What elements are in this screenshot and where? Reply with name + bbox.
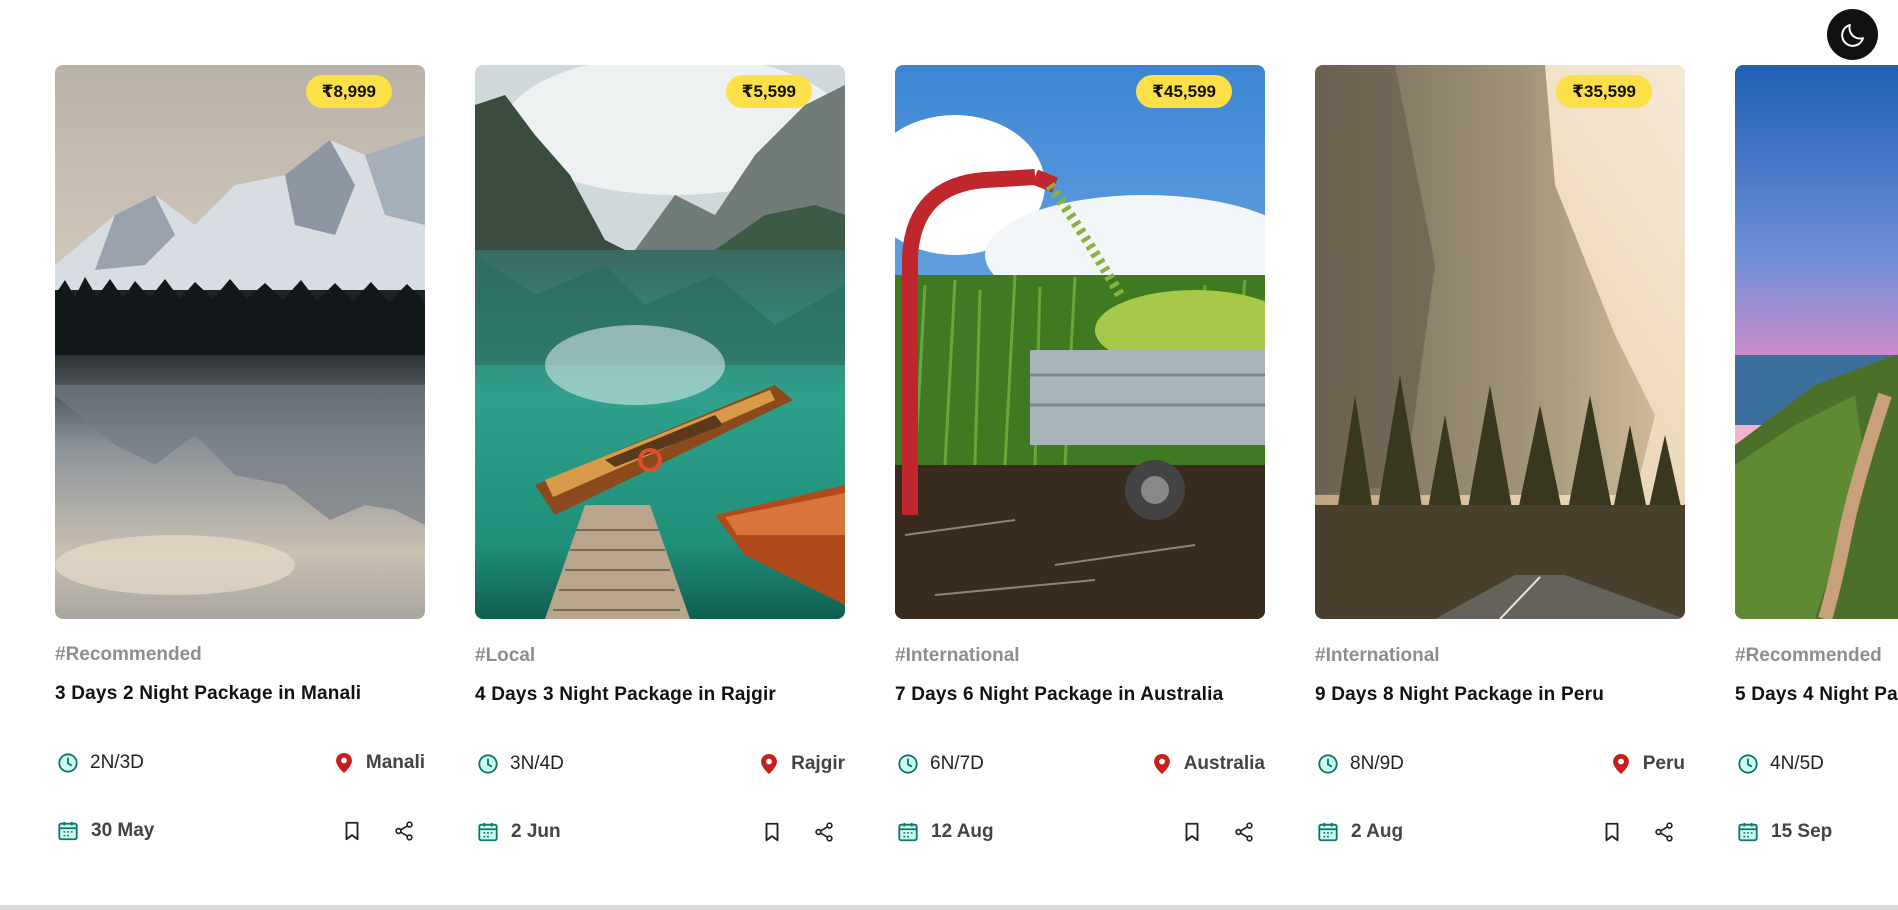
duration: 6N/7D (897, 753, 984, 775)
snowy-mountain-lake-image (55, 65, 425, 619)
package-tag[interactable]: #Local (475, 645, 535, 667)
date-text: 30 May (91, 820, 155, 841)
package-title[interactable]: 5 Days 4 Night Pa (1735, 684, 1898, 706)
calendar-icon (1738, 822, 1758, 842)
duration-text: 4N/5D (1770, 753, 1824, 774)
bookmark-icon[interactable] (1601, 821, 1623, 843)
package-tag[interactable]: #Recommended (1735, 645, 1882, 667)
lake-boat-image (475, 65, 845, 619)
bookmark-icon[interactable] (1181, 821, 1203, 843)
location-text: Manali (365, 752, 425, 773)
package-card[interactable]: #Recommended 5 Days 4 Night Pa 4N/5D 15 … (1735, 65, 1898, 842)
travel-date: 2 Jun (477, 821, 561, 843)
date-text: 15 Sep (1771, 821, 1833, 842)
package-card[interactable]: ₹45,599 #International 7 Days 6 Night Pa… (895, 65, 1265, 842)
package-title[interactable]: 7 Days 6 Night Package in Australia (895, 684, 1223, 706)
share-icon[interactable] (813, 821, 835, 843)
packages-carousel[interactable]: ₹8,999 #Recommended 3 Days 2 Night Packa… (0, 0, 1898, 905)
date-text: 2 Jun (511, 821, 561, 842)
price-badge: ₹45,599 (1136, 75, 1232, 108)
package-title[interactable]: 3 Days 2 Night Package in Manali (55, 683, 361, 705)
clock-icon (1738, 754, 1758, 774)
clock-icon (478, 754, 498, 774)
coastal-trail-image (1735, 65, 1898, 619)
price-badge: ₹35,599 (1556, 75, 1652, 108)
package-image[interactable]: ₹45,599 (895, 65, 1265, 619)
duration-text: 2N/3D (90, 752, 144, 773)
location: Peru (1611, 753, 1685, 775)
page-bottom-border (0, 905, 1898, 910)
location-text: Rajgir (791, 753, 845, 774)
granite-cliff-forest-image (1315, 65, 1685, 619)
location-pin-icon (1612, 754, 1629, 774)
travel-date: 30 May (57, 820, 154, 842)
harvester-field-image (895, 65, 1265, 619)
duration-text: 3N/4D (510, 753, 564, 774)
package-tag[interactable]: #International (895, 645, 1020, 667)
location-pin-icon (761, 754, 778, 774)
package-card[interactable]: ₹35,599 #International 9 Days 8 Night Pa… (1315, 65, 1685, 842)
duration-text: 6N/7D (930, 753, 984, 774)
duration: 4N/5D (1737, 753, 1824, 775)
calendar-icon (898, 822, 918, 842)
location: Rajgir (759, 753, 845, 775)
bookmark-icon[interactable] (341, 820, 363, 842)
package-image[interactable] (1735, 65, 1898, 619)
theme-toggle-button[interactable] (1827, 9, 1878, 60)
date-text: 2 Aug (1351, 821, 1404, 842)
moon-icon (1840, 23, 1864, 47)
price-badge: ₹5,599 (725, 75, 812, 108)
travel-date: 12 Aug (897, 821, 994, 843)
location-text: Australia (1183, 753, 1265, 774)
package-title[interactable]: 9 Days 8 Night Package in Peru (1315, 684, 1604, 706)
clock-icon (898, 754, 918, 774)
package-card[interactable]: ₹8,999 #Recommended 3 Days 2 Night Packa… (55, 65, 425, 841)
package-card[interactable]: ₹5,599 #Local 4 Days 3 Night Package in … (475, 65, 845, 842)
location-pin-icon (1153, 754, 1170, 774)
travel-date: 2 Aug (1317, 821, 1403, 843)
package-tag[interactable]: #International (1315, 645, 1440, 667)
share-icon[interactable] (393, 820, 415, 842)
package-image[interactable]: ₹8,999 (55, 65, 425, 619)
package-title[interactable]: 4 Days 3 Night Package in Rajgir (475, 684, 776, 706)
calendar-icon (58, 821, 78, 841)
price-badge: ₹8,999 (305, 75, 392, 108)
calendar-icon (478, 822, 498, 842)
location-text: Peru (1642, 753, 1685, 774)
bookmark-icon[interactable] (761, 821, 783, 843)
duration: 8N/9D (1317, 753, 1404, 775)
share-icon[interactable] (1653, 821, 1675, 843)
location: Manali (334, 752, 425, 774)
share-icon[interactable] (1233, 821, 1255, 843)
calendar-icon (1318, 822, 1338, 842)
duration: 3N/4D (477, 753, 564, 775)
duration-text: 8N/9D (1350, 753, 1404, 774)
clock-icon (1318, 754, 1338, 774)
location-pin-icon (335, 753, 352, 773)
clock-icon (58, 753, 78, 773)
location: Australia (1152, 753, 1265, 775)
duration: 2N/3D (57, 752, 144, 774)
package-image[interactable]: ₹35,599 (1315, 65, 1685, 619)
date-text: 12 Aug (931, 821, 994, 842)
package-image[interactable]: ₹5,599 (475, 65, 845, 619)
package-tag[interactable]: #Recommended (55, 644, 202, 666)
travel-date: 15 Sep (1737, 821, 1832, 843)
